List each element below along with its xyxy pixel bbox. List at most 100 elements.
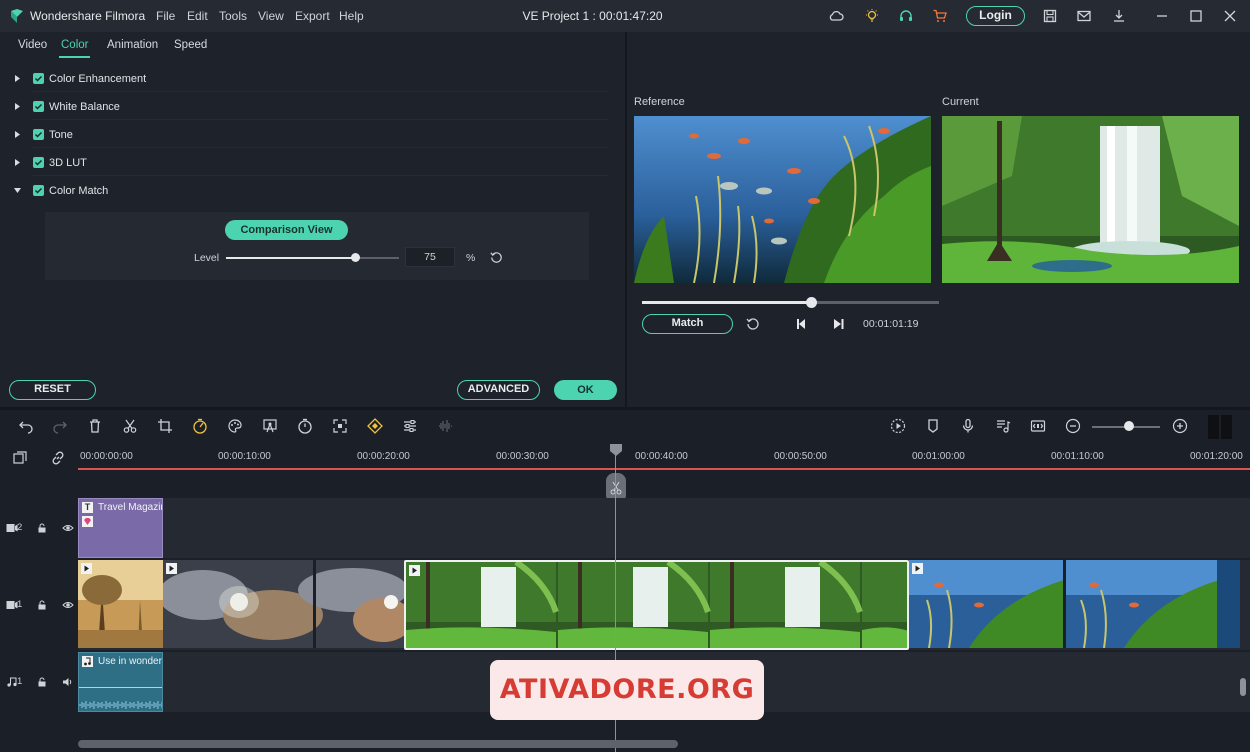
collapse-arrow-icon[interactable] (13, 186, 22, 195)
preview-progress-thumb[interactable] (805, 297, 817, 308)
timeline-ruler[interactable]: 00:00:00:00 00:00:10:00 00:00:20:00 00:0… (78, 444, 1250, 472)
panel-toggle-icon[interactable] (1208, 415, 1232, 439)
timeline-vertical-scrollbar[interactable] (1240, 678, 1246, 696)
volume-line[interactable] (79, 687, 162, 688)
cut-icon[interactable] (122, 418, 138, 434)
playhead-handle-icon[interactable] (609, 443, 623, 457)
tab-video[interactable]: Video (18, 39, 47, 51)
section-checkbox[interactable] (33, 73, 44, 84)
green-screen-icon[interactable] (262, 418, 278, 434)
play-icon[interactable] (831, 317, 845, 331)
lock-icon[interactable] (37, 523, 47, 533)
cart-icon[interactable] (932, 8, 948, 24)
link-icon[interactable] (50, 450, 66, 466)
audio-waveform-icon[interactable] (437, 418, 453, 434)
delete-icon[interactable] (87, 418, 103, 434)
gem-icon (82, 516, 93, 527)
microphone-icon[interactable] (960, 418, 976, 434)
marker-icon[interactable] (925, 418, 941, 434)
reset-icon[interactable] (489, 250, 504, 265)
tab-speed[interactable]: Speed (174, 39, 207, 51)
reset-icon[interactable] (745, 316, 761, 332)
zoom-in-icon[interactable] (1172, 418, 1188, 434)
redo-icon[interactable] (52, 418, 68, 434)
maximize-icon[interactable] (1188, 8, 1204, 24)
lock-icon[interactable] (37, 600, 47, 610)
section-color-enhancement[interactable]: Color Enhancement (0, 66, 625, 92)
section-checkbox[interactable] (33, 129, 44, 140)
speed-icon[interactable] (192, 418, 208, 434)
section-checkbox[interactable] (33, 157, 44, 168)
audio-clip[interactable]: Use in wonderi (78, 652, 163, 712)
section-label: 3D LUT (49, 157, 87, 169)
keyframe-icon[interactable] (367, 418, 383, 434)
section-label: White Balance (49, 101, 120, 113)
video-clip-aquarium[interactable] (909, 560, 1240, 648)
headset-icon[interactable] (898, 8, 914, 24)
speaker-icon[interactable] (62, 677, 74, 687)
download-icon[interactable] (1111, 8, 1127, 24)
section-checkbox[interactable] (33, 185, 44, 196)
bulb-icon[interactable] (864, 8, 880, 24)
add-track-icon[interactable] (12, 450, 28, 466)
section-tone[interactable]: Tone (0, 122, 625, 148)
current-label: Current (942, 96, 979, 108)
mail-icon[interactable] (1076, 8, 1092, 24)
divider (33, 119, 608, 120)
audio-waveform (79, 701, 162, 709)
zoom-slider-thumb[interactable] (1124, 421, 1135, 431)
preview-progress-fill (642, 301, 812, 304)
section-3d-lut[interactable]: 3D LUT (0, 150, 625, 176)
expand-arrow-icon[interactable] (13, 158, 22, 167)
ruler-line (78, 468, 1250, 470)
tab-animation[interactable]: Animation (107, 39, 158, 51)
pip-icon[interactable] (1030, 418, 1046, 434)
section-color-match[interactable]: Color Match (0, 178, 625, 204)
video-clip-waterfall-selected[interactable] (404, 560, 909, 650)
ruler-label: 00:00:50:00 (774, 451, 827, 462)
divider (33, 147, 608, 148)
eye-icon[interactable] (62, 523, 74, 533)
adjust-icon[interactable] (402, 418, 418, 434)
section-white-balance[interactable]: White Balance (0, 94, 625, 120)
close-icon[interactable] (1222, 8, 1238, 24)
video-clip-moon[interactable] (163, 560, 405, 648)
ruler-label: 00:01:20:00 (1190, 451, 1243, 462)
title-clip[interactable]: T Travel Magazin (78, 498, 163, 558)
track-video-2[interactable] (78, 498, 1250, 558)
crop-icon[interactable] (157, 418, 173, 434)
login-button[interactable]: Login (966, 6, 1025, 26)
expand-arrow-icon[interactable] (13, 102, 22, 111)
preview-timecode: 00:01:01:19 (863, 318, 919, 330)
cloud-icon[interactable] (828, 8, 844, 24)
duration-icon[interactable] (297, 418, 313, 434)
video-clip-forest[interactable] (78, 560, 163, 648)
level-input[interactable]: 75 (405, 247, 455, 267)
undo-icon[interactable] (18, 418, 34, 434)
expand-arrow-icon[interactable] (13, 130, 22, 139)
watermark-text: ATIVADORE.ORG (499, 674, 755, 705)
advanced-button[interactable]: ADVANCED (457, 380, 540, 400)
eye-icon[interactable] (62, 600, 74, 610)
timeline-horizontal-scrollbar[interactable] (78, 740, 678, 748)
voiceover-list-icon[interactable] (995, 418, 1011, 434)
render-icon[interactable] (890, 418, 906, 434)
expand-arrow-icon[interactable] (13, 74, 22, 83)
video-clip-icon (912, 563, 923, 574)
fullscreen-icon[interactable] (332, 418, 348, 434)
match-button[interactable]: Match (642, 314, 733, 334)
level-slider-thumb[interactable] (351, 253, 361, 262)
music-clip-icon (82, 656, 93, 667)
section-checkbox[interactable] (33, 101, 44, 112)
zoom-out-icon[interactable] (1065, 418, 1081, 434)
save-icon[interactable] (1042, 8, 1058, 24)
title-text-icon: T (82, 502, 93, 513)
minimize-icon[interactable] (1154, 8, 1170, 24)
lock-icon[interactable] (37, 677, 47, 687)
previous-frame-icon[interactable] (795, 317, 809, 331)
color-palette-icon[interactable] (227, 418, 243, 434)
tab-color[interactable]: Color (61, 39, 88, 51)
comparison-view-button[interactable]: Comparison View (225, 220, 348, 240)
ok-button[interactable]: OK (554, 380, 617, 400)
reset-button[interactable]: RESET (9, 380, 96, 400)
